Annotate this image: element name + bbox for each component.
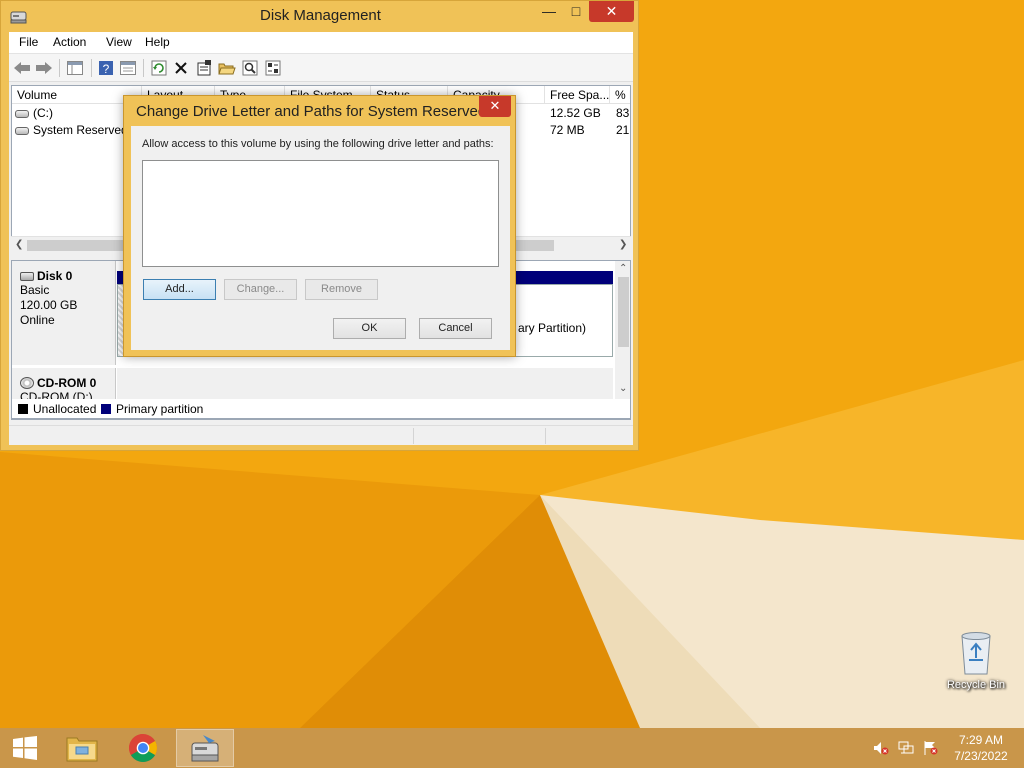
settings-list-icon[interactable]: [263, 58, 283, 78]
menu-help[interactable]: Help: [143, 35, 172, 49]
cancel-button[interactable]: Cancel: [419, 318, 492, 339]
dialog-client-area: Allow access to this volume by using the…: [131, 126, 510, 350]
status-pane: [413, 428, 545, 444]
minimize-button[interactable]: —: [535, 1, 563, 22]
clock-time: 7:29 AM: [958, 733, 1004, 747]
cdrom-icon: [20, 377, 34, 389]
window-titlebar[interactable]: Disk Management — □ ✕: [1, 1, 640, 32]
back-arrow-icon[interactable]: [12, 58, 32, 78]
menu-view[interactable]: View: [104, 35, 134, 49]
network-icon[interactable]: [898, 740, 914, 756]
add-button[interactable]: Add...: [143, 279, 216, 300]
toolbar: ?: [9, 54, 633, 82]
disk-view-vertical-scrollbar[interactable]: ⌃ ⌄: [615, 261, 630, 419]
dialog-title: Change Drive Letter and Paths for System…: [136, 103, 487, 120]
disk-management-icon: [191, 735, 219, 762]
close-button[interactable]: ✕: [589, 1, 634, 22]
legend-swatch: [18, 404, 28, 414]
delete-icon[interactable]: [171, 58, 191, 78]
disk-icon: [20, 272, 34, 281]
chrome-icon: [129, 734, 157, 762]
menu-bar: File Action View Help: [9, 32, 633, 54]
dialog-prompt: Allow access to this volume by using the…: [142, 138, 494, 150]
show-hide-console-tree-icon[interactable]: [65, 58, 85, 78]
checklist-icon[interactable]: [194, 58, 214, 78]
remove-button[interactable]: Remove: [305, 279, 378, 300]
disk-type: Basic: [20, 283, 50, 297]
disk-status: Online: [20, 313, 55, 327]
menu-file[interactable]: File: [17, 35, 40, 49]
drive-icon: [15, 110, 29, 118]
disk-name: Disk 0: [37, 269, 73, 283]
legend-swatch: [101, 404, 111, 414]
taskbar-chrome[interactable]: [114, 729, 172, 767]
menu-action[interactable]: Action: [51, 35, 88, 49]
status-pane: [545, 428, 633, 444]
scroll-up-icon[interactable]: ⌃: [619, 263, 627, 274]
recycle-bin-icon: [961, 632, 991, 675]
folder-icon: [66, 737, 98, 762]
help-icon[interactable]: ?: [96, 58, 116, 78]
search-icon[interactable]: [240, 58, 260, 78]
status-bar: [9, 425, 633, 445]
percent-free-value: 21: [616, 123, 630, 137]
change-button[interactable]: Change...: [224, 279, 297, 300]
free-space-value: 72 MB: [550, 123, 585, 137]
disk-size: 120.00 GB: [20, 298, 78, 312]
disk-0-label[interactable]: Disk 0 Basic 120.00 GB Online: [12, 261, 116, 365]
ok-button[interactable]: OK: [333, 318, 406, 339]
maximize-button[interactable]: □: [563, 1, 589, 22]
action-center-flag-icon[interactable]: [922, 740, 938, 756]
legend: Unallocated Primary partition: [11, 399, 631, 419]
disk-name: CD-ROM 0: [37, 376, 97, 390]
taskbar-disk-management[interactable]: [176, 729, 234, 767]
recycle-bin-shortcut[interactable]: Recycle Bin: [940, 630, 1012, 691]
drive-icon: [15, 127, 29, 135]
column-free-space[interactable]: Free Spa...: [545, 86, 610, 104]
free-space-value: 12.52 GB: [550, 106, 601, 120]
clock-date: 7/23/2022: [954, 749, 1008, 763]
dialog-close-button[interactable]: ✕: [479, 96, 511, 117]
scroll-down-icon[interactable]: ⌄: [619, 383, 627, 394]
volume-name: (C:): [33, 106, 53, 120]
recycle-bin-label: Recycle Bin: [946, 679, 1006, 691]
change-drive-letter-dialog: Change Drive Letter and Paths for System…: [123, 95, 516, 357]
properties-icon[interactable]: [118, 58, 138, 78]
scroll-left-icon[interactable]: ❮: [15, 239, 23, 250]
legend-unallocated: Unallocated: [18, 402, 96, 416]
scrollbar-thumb[interactable]: [618, 277, 629, 347]
forward-arrow-icon[interactable]: [34, 58, 54, 78]
legend-primary-partition: Primary partition: [101, 402, 203, 416]
partition-text: ary Partition): [518, 321, 587, 335]
windows-logo-icon: [13, 736, 37, 760]
percent-free-value: 83: [616, 106, 630, 120]
svg-text:?: ?: [103, 62, 110, 76]
taskbar-clock[interactable]: 7:29 AM 7/23/2022: [946, 732, 1016, 764]
refresh-icon[interactable]: [149, 58, 169, 78]
column-percent-free[interactable]: % F: [610, 86, 630, 104]
taskbar: 7:29 AM 7/23/2022: [0, 728, 1024, 768]
open-folder-icon[interactable]: [217, 58, 237, 78]
drive-paths-listbox[interactable]: [142, 160, 499, 267]
start-button[interactable]: [0, 729, 50, 767]
taskbar-file-explorer[interactable]: [53, 729, 111, 767]
volume-name: System Reserved: [33, 123, 128, 137]
volume-muted-icon[interactable]: [873, 740, 889, 756]
scroll-right-icon[interactable]: ❯: [619, 239, 627, 250]
